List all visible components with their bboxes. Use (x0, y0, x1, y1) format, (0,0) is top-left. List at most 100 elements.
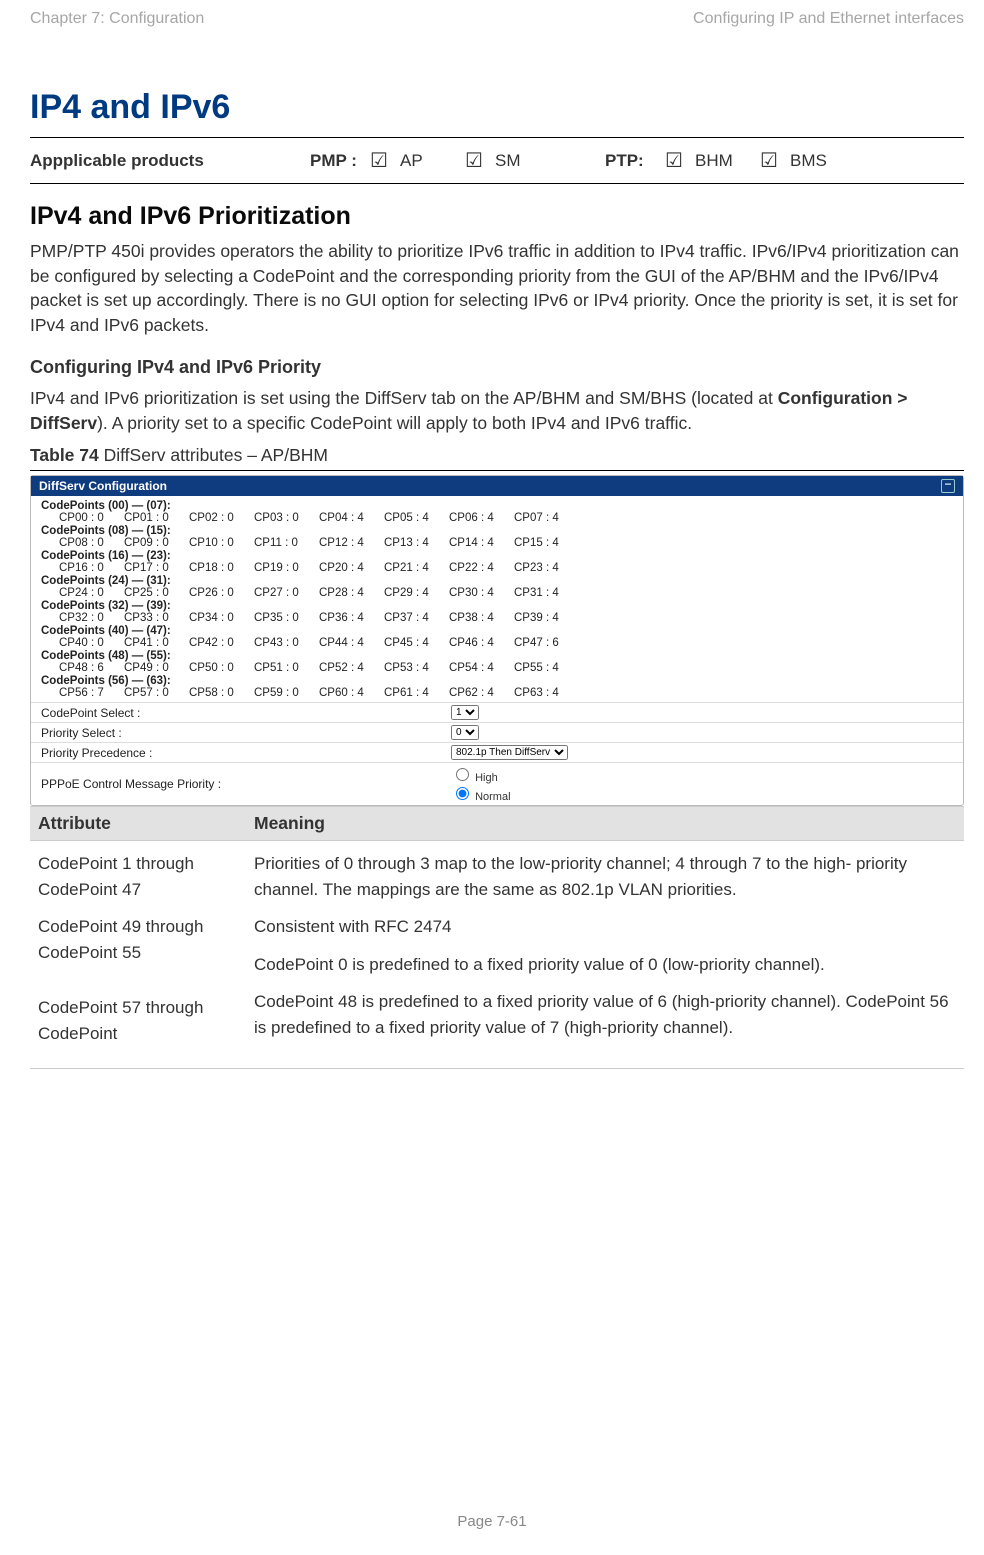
codepoint-value: CP26 : 0 (189, 587, 254, 599)
attr-name-2: CodePoint 49 through CodePoint 55 (38, 914, 238, 965)
attr-meaning-4: CodePoint 48 is predefined to a fixed pr… (254, 989, 956, 1040)
codepoint-value: CP30 : 4 (449, 587, 514, 599)
codepoint-value: CP22 : 4 (449, 562, 514, 574)
attr-name-3: CodePoint 57 through CodePoint (38, 995, 238, 1046)
codepoint-value: CP01 : 0 (124, 512, 189, 524)
attribute-names-column: CodePoint 1 through CodePoint 47 CodePoi… (30, 851, 246, 1058)
codepoint-value: CP02 : 0 (189, 512, 254, 524)
codepoint-value: CP19 : 0 (254, 562, 319, 574)
pppoe-priority-label: PPPoE Control Message Priority : (41, 777, 451, 791)
codepoint-value: CP43 : 0 (254, 637, 319, 649)
codepoint-value: CP55 : 4 (514, 662, 579, 674)
collapse-icon[interactable]: − (941, 479, 955, 493)
codepoint-value: CP53 : 4 (384, 662, 449, 674)
diffserv-titlebar: DiffServ Configuration − (31, 476, 963, 496)
attr-meaning-3: CodePoint 0 is predefined to a fixed pri… (254, 952, 956, 978)
priority-select[interactable]: 0 (451, 725, 479, 740)
codepoint-group-label: CodePoints (08) — (15): (41, 525, 953, 537)
check-icon: ☑ (665, 148, 695, 173)
codepoint-value: CP32 : 0 (59, 612, 124, 624)
codepoint-value: CP42 : 0 (189, 637, 254, 649)
codepoint-value: CP09 : 0 (124, 537, 189, 549)
codepoint-value: CP35 : 0 (254, 612, 319, 624)
p2-post: ). A priority set to a specific CodePoin… (97, 413, 692, 433)
codepoint-row: CP56 : 7CP57 : 0CP58 : 0CP59 : 0CP60 : 4… (41, 687, 953, 700)
codepoint-value: CP16 : 0 (59, 562, 124, 574)
diffserv-content: CodePoints (00) — (07):CP00 : 0CP01 : 0C… (31, 496, 963, 702)
codepoint-group-label: CodePoints (24) — (31): (41, 575, 953, 587)
codepoint-value: CP11 : 0 (254, 537, 319, 549)
section-heading: IPv4 and IPv6 Prioritization (30, 202, 964, 231)
codepoint-value: CP54 : 4 (449, 662, 514, 674)
pppoe-priority-row: PPPoE Control Message Priority : High No… (31, 762, 963, 805)
ptp-label: PTP: (605, 151, 665, 171)
codepoint-value: CP14 : 4 (449, 537, 514, 549)
ap-text: AP (400, 151, 465, 171)
applicable-products-row: Appplicable products PMP : ☑ AP ☑ SM PTP… (30, 137, 964, 184)
codepoint-value: CP63 : 4 (514, 687, 579, 699)
codepoint-group-label: CodePoints (16) — (23): (41, 550, 953, 562)
check-icon: ☑ (465, 148, 495, 173)
codepoint-value: CP51 : 0 (254, 662, 319, 674)
codepoint-row: CP40 : 0CP41 : 0CP42 : 0CP43 : 0CP44 : 4… (41, 637, 953, 650)
pmp-label: PMP : (310, 151, 370, 171)
codepoint-value: CP61 : 4 (384, 687, 449, 699)
codepoint-value: CP59 : 0 (254, 687, 319, 699)
codepoint-value: CP39 : 4 (514, 612, 579, 624)
table-reference: Table 74 DiffServ attributes – AP/BHM (30, 445, 964, 471)
codepoint-row: CP08 : 0CP09 : 0CP10 : 0CP11 : 0CP12 : 4… (41, 537, 953, 550)
codepoint-value: CP40 : 0 (59, 637, 124, 649)
codepoint-value: CP00 : 0 (59, 512, 124, 524)
codepoint-value: CP28 : 4 (319, 587, 384, 599)
attr-meaning-1: Priorities of 0 through 3 map to the low… (254, 851, 956, 902)
check-icon: ☑ (760, 148, 790, 173)
codepoint-value: CP03 : 0 (254, 512, 319, 524)
codepoint-value: CP60 : 4 (319, 687, 384, 699)
pppoe-normal-radio[interactable] (456, 787, 469, 800)
pppoe-high-radio[interactable] (456, 768, 469, 781)
priority-select-row: Priority Select : 0 (31, 722, 963, 742)
codepoint-group-label: CodePoints (00) — (07): (41, 500, 953, 512)
attribute-table-body: CodePoint 1 through CodePoint 47 CodePoi… (30, 841, 964, 1069)
bms-text: BMS (790, 151, 855, 171)
codepoint-value: CP49 : 0 (124, 662, 189, 674)
codepoint-row: CP00 : 0CP01 : 0CP02 : 0CP03 : 0CP04 : 4… (41, 512, 953, 525)
codepoint-value: CP34 : 0 (189, 612, 254, 624)
codepoint-value: CP20 : 4 (319, 562, 384, 574)
priority-precedence-label: Priority Precedence : (41, 746, 451, 760)
applicable-label: Appplicable products (30, 151, 310, 171)
codepoint-value: CP62 : 4 (449, 687, 514, 699)
bhm-text: BHM (695, 151, 760, 171)
attr-head-meaning: Meaning (246, 807, 964, 840)
codepoint-value: CP10 : 0 (189, 537, 254, 549)
pppoe-high-option[interactable]: High (451, 765, 511, 784)
codepoint-row: CP24 : 0CP25 : 0CP26 : 0CP27 : 0CP28 : 4… (41, 587, 953, 600)
codepoint-value: CP44 : 4 (319, 637, 384, 649)
codepoint-value: CP52 : 4 (319, 662, 384, 674)
header-left: Chapter 7: Configuration (30, 10, 204, 28)
codepoint-value: CP48 : 6 (59, 662, 124, 674)
header-right: Configuring IP and Ethernet interfaces (693, 10, 964, 28)
codepoint-value: CP31 : 4 (514, 587, 579, 599)
codepoint-value: CP13 : 4 (384, 537, 449, 549)
codepoint-select[interactable]: 1 (451, 705, 479, 720)
attr-head-attribute: Attribute (30, 807, 246, 840)
codepoint-value: CP12 : 4 (319, 537, 384, 549)
codepoint-value: CP24 : 0 (59, 587, 124, 599)
codepoint-select-row: CodePoint Select : 1 (31, 702, 963, 722)
check-icon: ☑ (370, 148, 400, 173)
codepoint-value: CP17 : 0 (124, 562, 189, 574)
pppoe-normal-option[interactable]: Normal (451, 784, 511, 803)
codepoint-value: CP21 : 4 (384, 562, 449, 574)
codepoint-row: CP32 : 0CP33 : 0CP34 : 0CP35 : 0CP36 : 4… (41, 612, 953, 625)
codepoint-group-label: CodePoints (48) — (55): (41, 650, 953, 662)
codepoint-value: CP37 : 4 (384, 612, 449, 624)
codepoint-value: CP29 : 4 (384, 587, 449, 599)
codepoint-row: CP48 : 6CP49 : 0CP50 : 0CP51 : 0CP52 : 4… (41, 662, 953, 675)
page-header: Chapter 7: Configuration Configuring IP … (30, 10, 964, 88)
table-ref-bold: Table 74 (30, 445, 99, 465)
priority-precedence-select[interactable]: 802.1p Then DiffServ (451, 745, 568, 760)
codepoint-value: CP06 : 4 (449, 512, 514, 524)
codepoint-value: CP45 : 4 (384, 637, 449, 649)
sm-text: SM (495, 151, 605, 171)
